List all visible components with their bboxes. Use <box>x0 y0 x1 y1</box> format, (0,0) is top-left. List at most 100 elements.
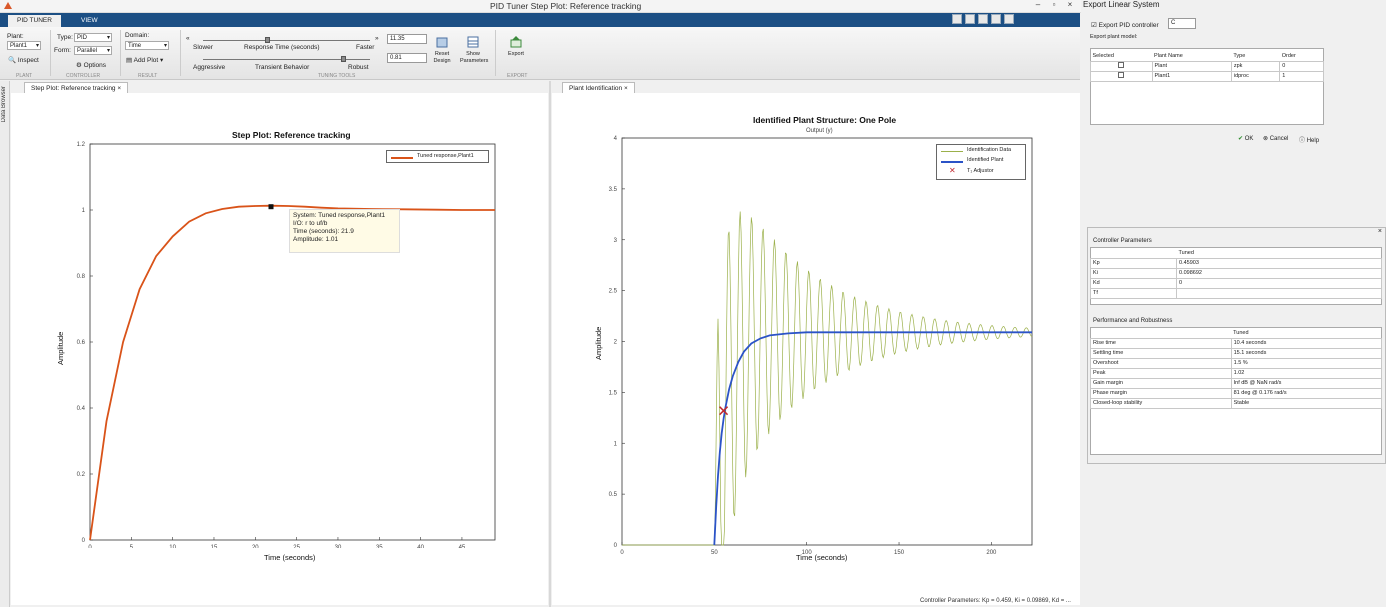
type-label: Type: <box>57 34 73 41</box>
close-icon[interactable]: × <box>624 85 628 92</box>
table-cell: Peak <box>1090 367 1232 379</box>
response-time-slider[interactable] <box>203 40 370 41</box>
export-button[interactable]: Export <box>503 35 529 58</box>
x-tick-label: 10 <box>169 545 176 548</box>
y-tick-label: 2 <box>614 340 618 346</box>
reset-design-button[interactable]: Reset Design <box>429 35 455 65</box>
table-cell: Gain margin <box>1090 377 1232 389</box>
table-row[interactable]: Gain margin Inf dB @ NaN rad/s <box>1090 377 1383 389</box>
legend-line-swatch <box>391 157 413 159</box>
help-icon[interactable] <box>1004 14 1014 24</box>
controller-parameters-title: Controller Parameters <box>1093 238 1152 244</box>
export-pid-checkbox[interactable]: ☑ Export PID controller <box>1091 21 1159 29</box>
redo-icon[interactable] <box>978 14 988 24</box>
faster-label: Faster <box>356 44 375 51</box>
cancel-button[interactable]: ⊗ Cancel <box>1263 135 1288 142</box>
layout-icon[interactable] <box>991 14 1001 24</box>
table-row[interactable]: Plant zpk 0 <box>1090 60 1324 72</box>
pane-splitter[interactable] <box>549 81 551 607</box>
section-divider <box>120 30 121 76</box>
response-time-knob[interactable] <box>265 37 270 43</box>
reset-icon <box>436 37 448 48</box>
tab-plant-identification-label: Plant Identification <box>569 85 623 92</box>
row-checkbox[interactable] <box>1118 72 1125 78</box>
y-tick-label: 0 <box>82 538 86 544</box>
plant-identification-chart[interactable]: 0 50 100 150 20000.511.522.533.54 <box>590 134 1050 554</box>
legend-entry: Identified Plant <box>967 157 1004 163</box>
transient-knob[interactable] <box>341 56 346 62</box>
ribbon-tabstrip: PID TUNER VIEW <box>0 13 1080 27</box>
x-tick-label: 0 <box>620 550 624 554</box>
table-cell <box>1090 60 1153 72</box>
section-label-tuning-tools: TUNING TOOLS <box>318 73 356 79</box>
transient-input[interactable]: 0.81 <box>387 53 427 63</box>
table-row[interactable]: Tf <box>1089 287 1382 299</box>
table-row[interactable]: Closed-loop stability Stable <box>1090 397 1383 409</box>
controller-name-input[interactable]: C <box>1168 18 1196 29</box>
table-cell: 1.5 % <box>1230 357 1383 369</box>
minimize-button[interactable]: – <box>1030 0 1046 12</box>
ok-button[interactable]: ✔ OK <box>1238 135 1253 142</box>
table-header-cell: Type <box>1233 52 1246 59</box>
add-plot-button[interactable]: ▤ Add Plot ▾ <box>126 56 163 64</box>
step-response-chart[interactable]: 0 5 10 15 20 25 30 35 40 45 0 0.2 0.4 0.6 0.8 1 1.2 <box>60 138 505 548</box>
plot-area <box>621 137 1033 546</box>
x-tick-label: 150 <box>894 550 905 554</box>
quick-access-toolbar <box>952 14 1017 26</box>
table-row[interactable]: Rise time 10.4 seconds <box>1090 337 1383 349</box>
data-browser-strip[interactable]: Data Browser <box>0 81 10 607</box>
response-time-input[interactable]: 11.35 <box>387 34 427 44</box>
section-divider <box>180 30 181 76</box>
table-row[interactable]: Overshoot 1.5 % <box>1090 357 1383 369</box>
close-button[interactable]: × <box>1062 0 1078 12</box>
domain-label: Domain: <box>125 32 150 39</box>
performance-table: Tuned Rise time 10.4 seconds Settling time 1… <box>1090 328 1383 409</box>
table-cell: Ki <box>1089 267 1178 279</box>
table-row[interactable]: Settling time 15.1 seconds <box>1090 347 1383 359</box>
save-icon[interactable] <box>952 14 962 24</box>
data-tip[interactable]: System: Tuned response,Plant1 I/O: r to … <box>289 209 400 253</box>
undo-icon[interactable] <box>965 14 975 24</box>
data-tip-line: I/O: r to uf/b <box>293 220 328 227</box>
table-cell: Stable <box>1230 397 1383 409</box>
left-legend[interactable]: Tuned response,Plant1 <box>386 150 489 163</box>
tab-view[interactable]: VIEW <box>72 15 107 27</box>
form-select[interactable]: Parallel <box>74 46 112 55</box>
maximize-button[interactable]: ▫ <box>1046 0 1062 12</box>
table-cell: 0.098692 <box>1176 267 1382 279</box>
x-tick-label: 200 <box>986 550 997 554</box>
table-cell: Settling time <box>1090 347 1232 359</box>
options-button[interactable]: ⚙ Options <box>76 61 106 69</box>
domain-select[interactable]: Time <box>125 41 169 50</box>
table-row[interactable]: Phase margin 81 deg @ 0.176 rad/s <box>1090 387 1383 399</box>
close-icon[interactable]: × <box>117 85 121 92</box>
table-cell: Closed-loop stability <box>1090 397 1232 409</box>
table-row[interactable]: Kp 0.45903 <box>1089 257 1382 269</box>
export-dialog-title: Export Linear System <box>1083 0 1160 9</box>
type-select[interactable]: PID <box>74 33 112 42</box>
inspect-label: Inspect <box>17 57 39 64</box>
reset-label: Reset <box>434 51 450 57</box>
row-checkbox[interactable] <box>1118 62 1125 68</box>
table-row[interactable]: Ki 0.098692 <box>1089 267 1382 279</box>
right-legend[interactable]: Identification Data Identified Plant ✕ T… <box>936 144 1026 180</box>
inspect-button[interactable]: 🔍 Inspect <box>8 56 39 64</box>
close-panel-icon[interactable]: × <box>1378 228 1382 235</box>
slower-arrow-icon[interactable]: « <box>186 35 190 42</box>
table-row[interactable]: Peak 1.02 <box>1090 367 1383 379</box>
plant-select[interactable]: Plant1 <box>7 41 41 50</box>
table-row[interactable]: Kd 0 <box>1089 277 1382 289</box>
slower-label: Slower <box>193 44 213 51</box>
export-pid-label: Export PID controller <box>1098 22 1159 29</box>
tab-step-plot[interactable]: Step Plot: Reference tracking × <box>24 82 129 93</box>
magnifier-icon: 🔍 <box>8 57 17 64</box>
table-cell: Inf dB @ NaN rad/s <box>1230 377 1383 389</box>
tab-plant-identification[interactable]: Plant Identification × <box>562 82 635 93</box>
help-button[interactable]: ⓘ Help <box>1299 135 1319 144</box>
tab-pid-tuner[interactable]: PID TUNER <box>8 15 61 27</box>
table-row[interactable]: Plant1 idproc 1 <box>1090 70 1324 82</box>
table-header-row: Tuned <box>1091 248 1382 258</box>
show-parameters-button[interactable]: Show Parameters <box>460 35 488 65</box>
faster-arrow-icon[interactable]: » <box>375 35 379 42</box>
table-cell: Plant1 <box>1151 70 1232 82</box>
